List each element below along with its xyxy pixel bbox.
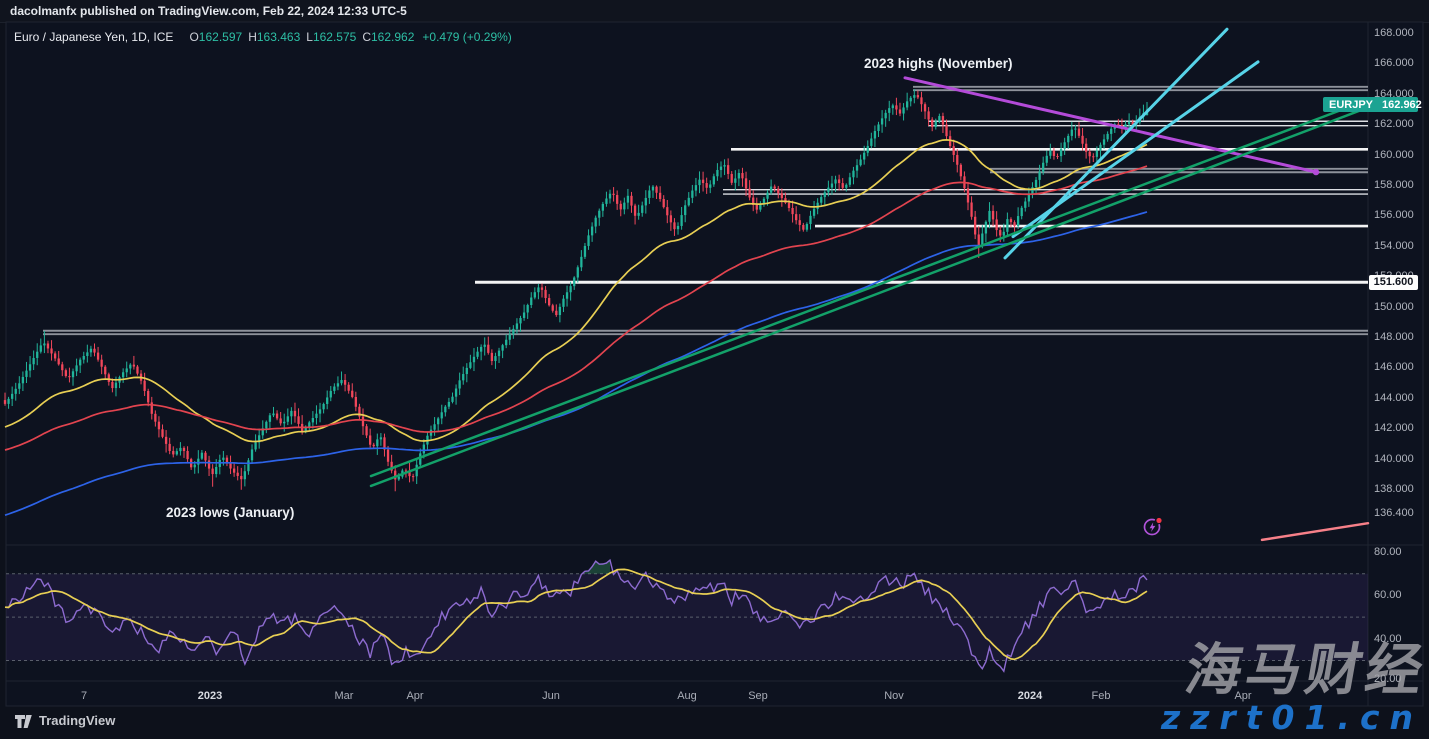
time-axis-label: Mar bbox=[335, 689, 354, 703]
ohlc-value: 162.962 bbox=[371, 30, 414, 44]
rsi-pane bbox=[5, 560, 1368, 671]
annotation-2023-lows: 2023 lows (January) bbox=[166, 505, 294, 520]
ohlc-key: H bbox=[248, 30, 257, 44]
ohlc-key: C bbox=[362, 30, 371, 44]
price-axis-label: 136.400 bbox=[1374, 506, 1426, 520]
time-axis-label: 2023 bbox=[198, 689, 222, 703]
price-axis-label: 154.000 bbox=[1374, 239, 1426, 253]
watermark-cjk: 海马财经 bbox=[1180, 625, 1429, 706]
last-price-badge-value: 162.962 bbox=[1378, 99, 1426, 111]
price-axis-label: 144.000 bbox=[1374, 391, 1426, 405]
last-price-badge-symbol: EURJPY bbox=[1323, 99, 1378, 111]
rsi-axis-label: 60.00 bbox=[1374, 588, 1426, 602]
tradingview-published-chart: dacolmanfx published on TradingView.com,… bbox=[0, 0, 1429, 739]
flash-icon bbox=[1142, 515, 1164, 537]
price-axis-label: 146.000 bbox=[1374, 360, 1426, 374]
price-axis-label: 156.000 bbox=[1374, 208, 1426, 222]
time-axis-label: Feb bbox=[1092, 689, 1111, 703]
ohlc-value: 162.575 bbox=[313, 30, 356, 44]
time-axis-label: Sep bbox=[748, 689, 768, 703]
ohlc-values: O162.597 H163.463 L162.575 C162.962 bbox=[183, 30, 414, 44]
tradingview-footer[interactable]: TradingView bbox=[14, 712, 115, 729]
rsi-axis-label: 80.00 bbox=[1374, 545, 1426, 559]
last-price-badge: EURJPY 162.962 bbox=[1323, 97, 1418, 112]
price-axis-label: 148.000 bbox=[1374, 330, 1426, 344]
change-value: +0.479 (+0.29%) bbox=[422, 30, 511, 44]
watermark-url: zzrt01.cn bbox=[1161, 698, 1423, 737]
tradingview-brand-text: TradingView bbox=[39, 713, 115, 728]
time-axis-label: 7 bbox=[81, 689, 87, 703]
ohlc-value: 163.463 bbox=[257, 30, 300, 44]
level-price-badge: 151.600 bbox=[1369, 275, 1418, 290]
symbol-title: Euro / Japanese Yen, 1D, ICE bbox=[14, 30, 173, 44]
price-axis-label: 160.000 bbox=[1374, 148, 1426, 162]
price-axis-label: 168.000 bbox=[1374, 26, 1426, 40]
ohlc-key: L bbox=[306, 30, 313, 44]
price-axis-label: 142.000 bbox=[1374, 421, 1426, 435]
time-axis-label: Apr bbox=[406, 689, 423, 703]
chart-legend: Euro / Japanese Yen, 1D, ICE O162.597 H163… bbox=[14, 30, 512, 44]
tradingview-logo-icon bbox=[14, 712, 33, 729]
annotation-2023-highs: 2023 highs (November) bbox=[864, 56, 1013, 71]
price-axis-label: 138.000 bbox=[1374, 482, 1426, 496]
price-axis-label: 150.000 bbox=[1374, 300, 1426, 314]
price-axis-label: 158.000 bbox=[1374, 178, 1426, 192]
price-axis-label: 166.000 bbox=[1374, 56, 1426, 70]
price-axis-label: 140.000 bbox=[1374, 452, 1426, 466]
price-axis-label: 162.000 bbox=[1374, 117, 1426, 131]
time-axis-label: Aug bbox=[677, 689, 697, 703]
time-axis-label: Nov bbox=[884, 689, 904, 703]
ohlc-value: 162.597 bbox=[199, 30, 242, 44]
time-axis-label: 2024 bbox=[1018, 689, 1042, 703]
time-axis-label: Jun bbox=[542, 689, 560, 703]
ohlc-key: O bbox=[189, 30, 198, 44]
